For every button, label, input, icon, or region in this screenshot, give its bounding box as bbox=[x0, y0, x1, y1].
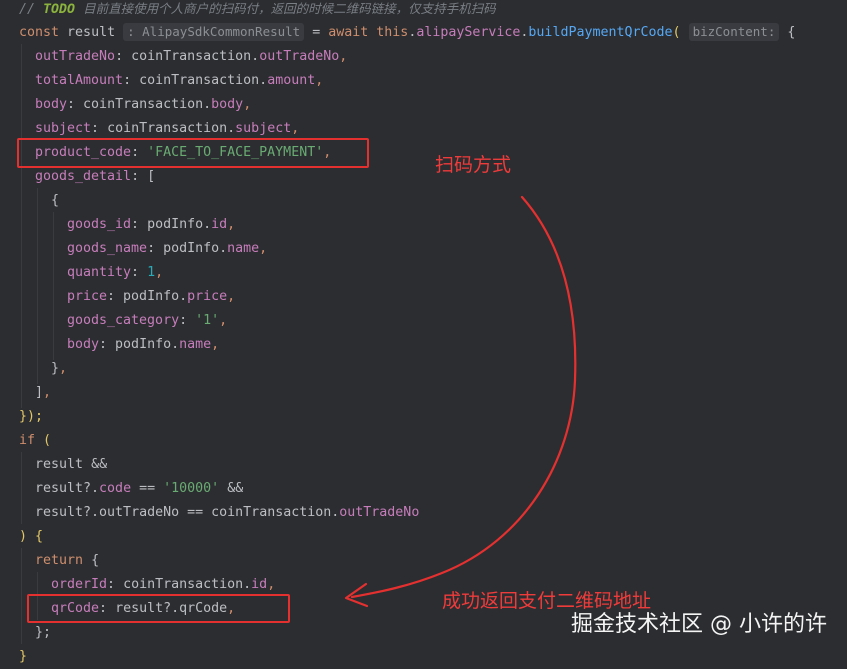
annotation-scan-method: 扫码方式 bbox=[435, 154, 512, 176]
code-editor[interactable]: // TODO 目前直接使用个人商户的扫码付，返回的时候二维码链接，仅支持手机扫… bbox=[0, 0, 847, 664]
annotation-arrow bbox=[344, 195, 577, 608]
watermark: 掘金技术社区 @ 小许的许 bbox=[571, 612, 827, 637]
